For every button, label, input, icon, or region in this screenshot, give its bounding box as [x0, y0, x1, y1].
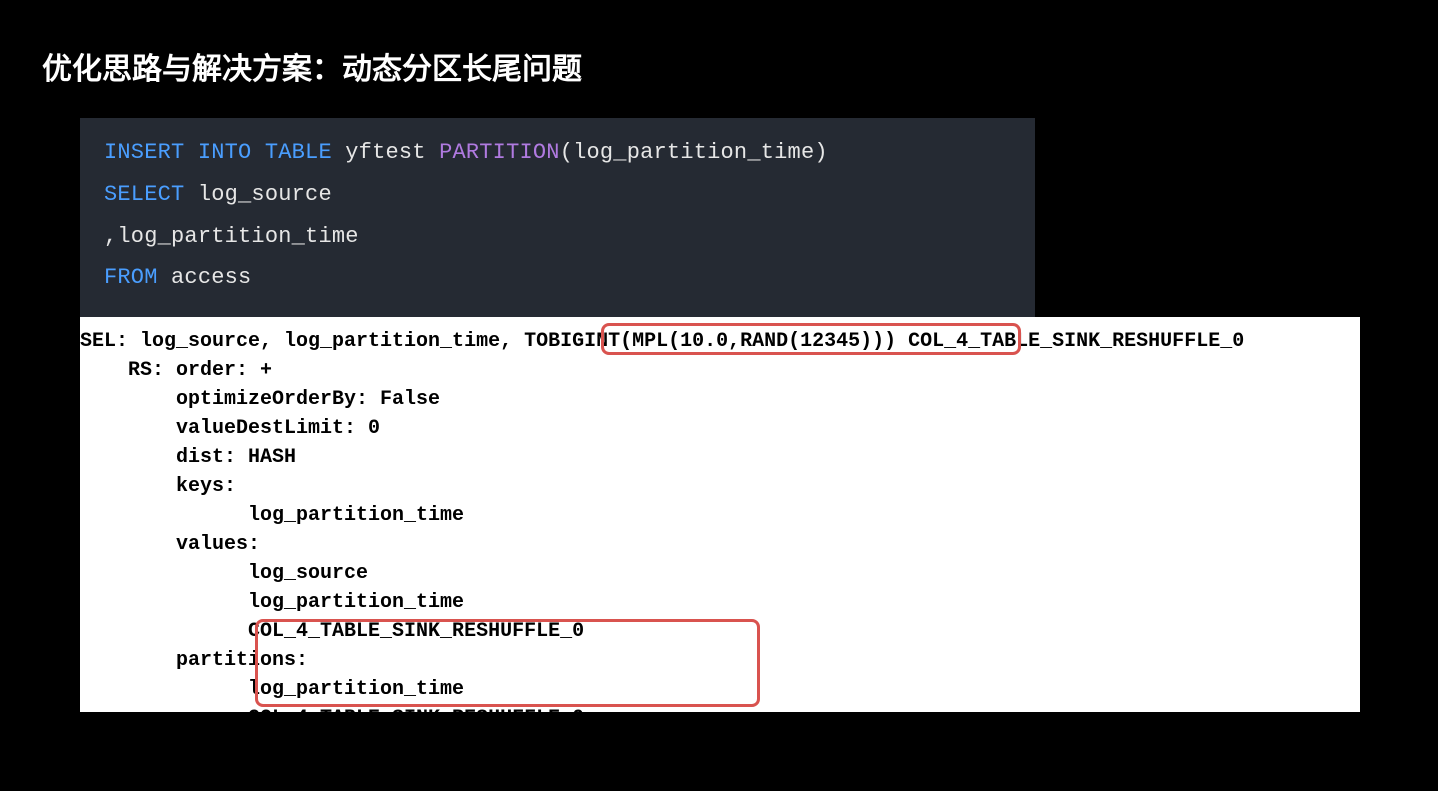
kw-from: FROM [104, 265, 158, 290]
plan-keys-label: keys: [80, 475, 236, 498]
plan-tobigint-expr: TOBIGINT(MPL(10.0,RAND(12345))) [524, 330, 896, 353]
sql-code-block: INSERT INTO TABLE yftest PARTITION(log_p… [80, 118, 1035, 317]
slide-title: 优化思路与解决方案：动态分区长尾问题 [0, 0, 1438, 88]
table-name: yftest [332, 140, 439, 165]
kw-partition: PARTITION [439, 140, 560, 165]
plan-value-2: log_partition_time [80, 591, 464, 614]
kw-table: TABLE [265, 140, 332, 165]
plan-partitions-label: partitions: [80, 649, 308, 672]
plan-value-3: COL_4_TABLE_SINK_RESHUFFLE_0 [80, 620, 584, 643]
plan-values-label: values: [80, 533, 260, 556]
plan-partition-2: COL_4_TABLE_SINK_RESHUFFLE_0 [80, 707, 584, 730]
plan-optimize-orderby: optimizeOrderBy: False [80, 388, 440, 411]
plan-key-1: log_partition_time [80, 504, 464, 527]
plan-sel-prefix: SEL: log_source, log_partition_time, [80, 330, 524, 353]
col-2: log_partition_time [117, 224, 358, 249]
col-2-prefix: , [104, 224, 117, 249]
sql-line-1: INSERT INTO TABLE yftest PARTITION(log_p… [104, 132, 1011, 174]
kw-select: SELECT [104, 182, 184, 207]
plan-dist: dist: HASH [80, 446, 296, 469]
plan-value-dest-limit: valueDestLimit: 0 [80, 417, 380, 440]
kw-into: INTO [198, 140, 252, 165]
plan-rs-order: RS: order: + [80, 359, 272, 382]
plan-partition-1: log_partition_time [80, 678, 464, 701]
sql-line-3: ,log_partition_time [104, 216, 1011, 258]
plan-value-1: log_source [80, 562, 368, 585]
col-1: log_source [184, 182, 331, 207]
execution-plan-block: SEL: log_source, log_partition_time, TOB… [80, 317, 1360, 712]
src-table: access [158, 265, 252, 290]
sql-line-2: SELECT log_source [104, 174, 1011, 216]
sql-line-4: FROM access [104, 257, 1011, 299]
plan-col4-alias: COL_4_TABLE_SINK_RESHUFFLE_0 [896, 330, 1244, 353]
kw-insert: INSERT [104, 140, 184, 165]
partition-args: (log_partition_time) [560, 140, 828, 165]
